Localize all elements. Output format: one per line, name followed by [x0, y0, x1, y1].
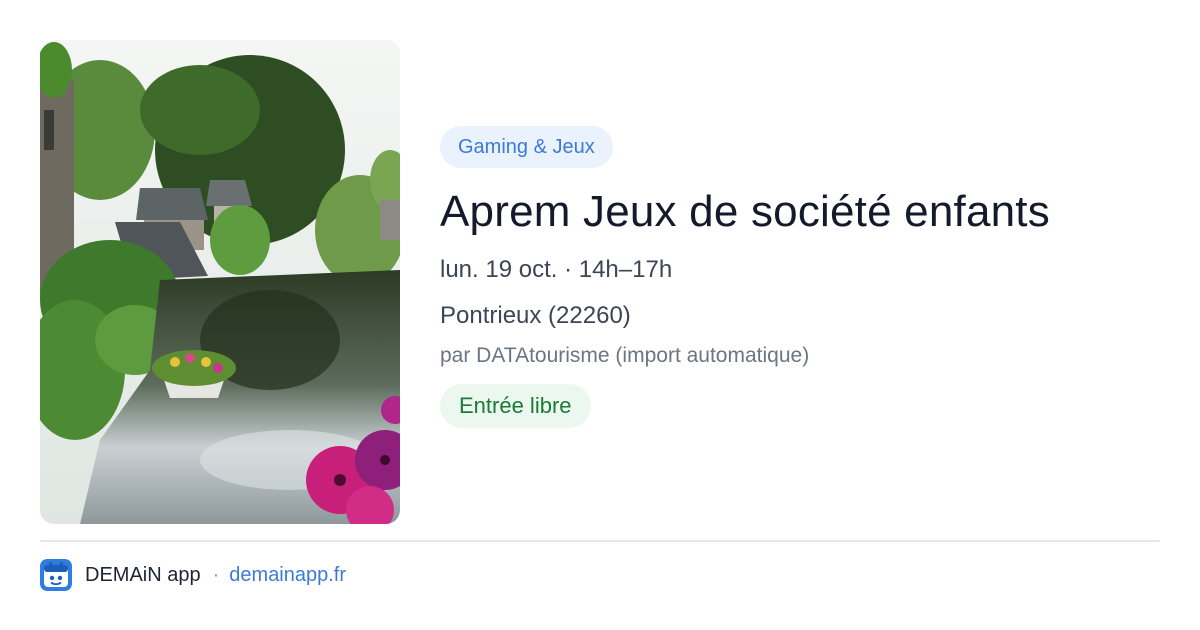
- event-details: Gaming & Jeux Aprem Jeux de société enfa…: [440, 126, 1160, 428]
- category-tag[interactable]: Gaming & Jeux: [440, 126, 613, 168]
- demain-app-logo-icon: [40, 559, 72, 591]
- footer: DEMAiN app · demainapp.fr: [40, 558, 346, 592]
- app-name: DEMAiN app: [85, 563, 201, 586]
- event-location: Pontrieux (22260): [440, 302, 631, 329]
- event-card[interactable]: Gaming & Jeux Aprem Jeux de société enfa…: [40, 40, 1160, 524]
- event-organizer: par DATAtourisme (import automatique): [440, 344, 810, 367]
- event-datetime: lun. 19 oct. · 14h–17h: [440, 256, 673, 283]
- footer-separator: ·: [212, 563, 220, 586]
- footer-divider: [40, 540, 1160, 542]
- event-title: Aprem Jeux de société enfants: [440, 187, 1050, 236]
- price-badge: Entrée libre: [440, 384, 591, 428]
- event-photo: [40, 40, 400, 524]
- domain-link[interactable]: demainapp.fr: [229, 564, 346, 587]
